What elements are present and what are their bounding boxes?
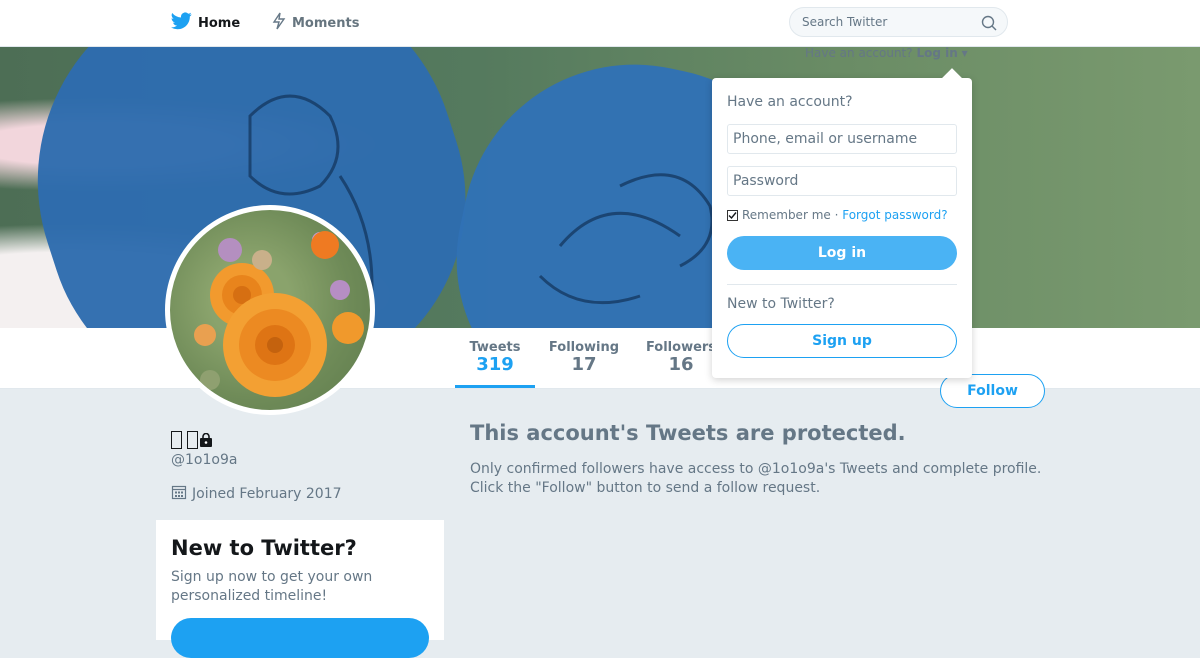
search-box	[789, 7, 1008, 37]
search-input[interactable]	[790, 8, 972, 36]
password-field[interactable]	[727, 166, 957, 196]
signup-card: New to Twitter? Sign up now to get your …	[156, 520, 444, 658]
stat-followers-value: 16	[668, 354, 694, 375]
forgot-password-link[interactable]: Forgot password?	[842, 208, 947, 222]
chevron-down-icon: ▾	[961, 46, 968, 60]
username-field[interactable]	[727, 124, 957, 154]
stat-tweets-value: 319	[476, 354, 514, 375]
dropdown-divider	[727, 284, 957, 285]
top-navigation: Home Moments	[0, 0, 1200, 47]
stat-following-label: Following	[548, 340, 620, 355]
protected-lock-icon	[199, 428, 213, 452]
stat-following[interactable]: Following 17	[545, 328, 623, 388]
login-dropdown: Have an account? Remember me · Forgot pa…	[712, 68, 972, 378]
follow-button[interactable]: Follow	[940, 374, 1045, 408]
remember-me-label: Remember me	[742, 208, 831, 222]
stat-following-value: 17	[571, 354, 597, 375]
stat-followers[interactable]: Followers 16	[642, 328, 720, 388]
avatar[interactable]	[165, 205, 375, 415]
signup-button[interactable]: Sign up	[727, 324, 957, 358]
nav-home[interactable]: Home	[171, 0, 240, 46]
login-button[interactable]: Log in	[727, 236, 957, 270]
banner-login-link[interactable]: Log in	[916, 46, 957, 60]
banner-login-hint-text: Have an account?	[805, 46, 913, 60]
search-icon[interactable]	[981, 15, 997, 35]
missing-glyph-icon	[171, 431, 182, 449]
calendar-icon	[171, 484, 192, 504]
banner-login-hint: Have an account? Log in ▾	[805, 46, 968, 60]
nav-home-label: Home	[198, 15, 241, 31]
stat-followers-label: Followers	[645, 340, 717, 355]
profile-handle[interactable]: @1o1o9a	[171, 452, 237, 468]
checkmark-icon	[728, 211, 737, 219]
profile-name	[171, 428, 213, 452]
profile-joined-text: Joined February 2017	[192, 486, 342, 502]
signup-card-description: Sign up now to get your own personalized…	[171, 569, 373, 604]
profile-joined: Joined February 2017	[171, 484, 342, 504]
protected-title: This account's Tweets are protected.	[470, 421, 906, 445]
remember-row: Remember me · Forgot password?	[727, 208, 948, 222]
nav-moments-label: Moments	[292, 15, 360, 31]
remember-me-checkbox[interactable]	[727, 209, 738, 221]
signup-card-title: New to Twitter?	[171, 536, 357, 560]
twitter-bird-icon	[171, 12, 198, 34]
signup-card-button[interactable]	[171, 618, 429, 658]
login-dropdown-title: Have an account?	[727, 94, 853, 110]
protected-description: Only confirmed followers have access to …	[470, 461, 1042, 496]
avatar-flowers-image	[194, 231, 364, 397]
new-to-twitter-label: New to Twitter?	[727, 296, 835, 312]
separator-dot: ·	[830, 208, 843, 222]
stat-tweets-label: Tweets	[469, 340, 521, 355]
stat-tweets[interactable]: Tweets 319	[455, 328, 535, 388]
nav-moments[interactable]: Moments	[272, 0, 359, 46]
missing-glyph-icon	[187, 431, 199, 449]
lightning-icon	[272, 12, 292, 34]
